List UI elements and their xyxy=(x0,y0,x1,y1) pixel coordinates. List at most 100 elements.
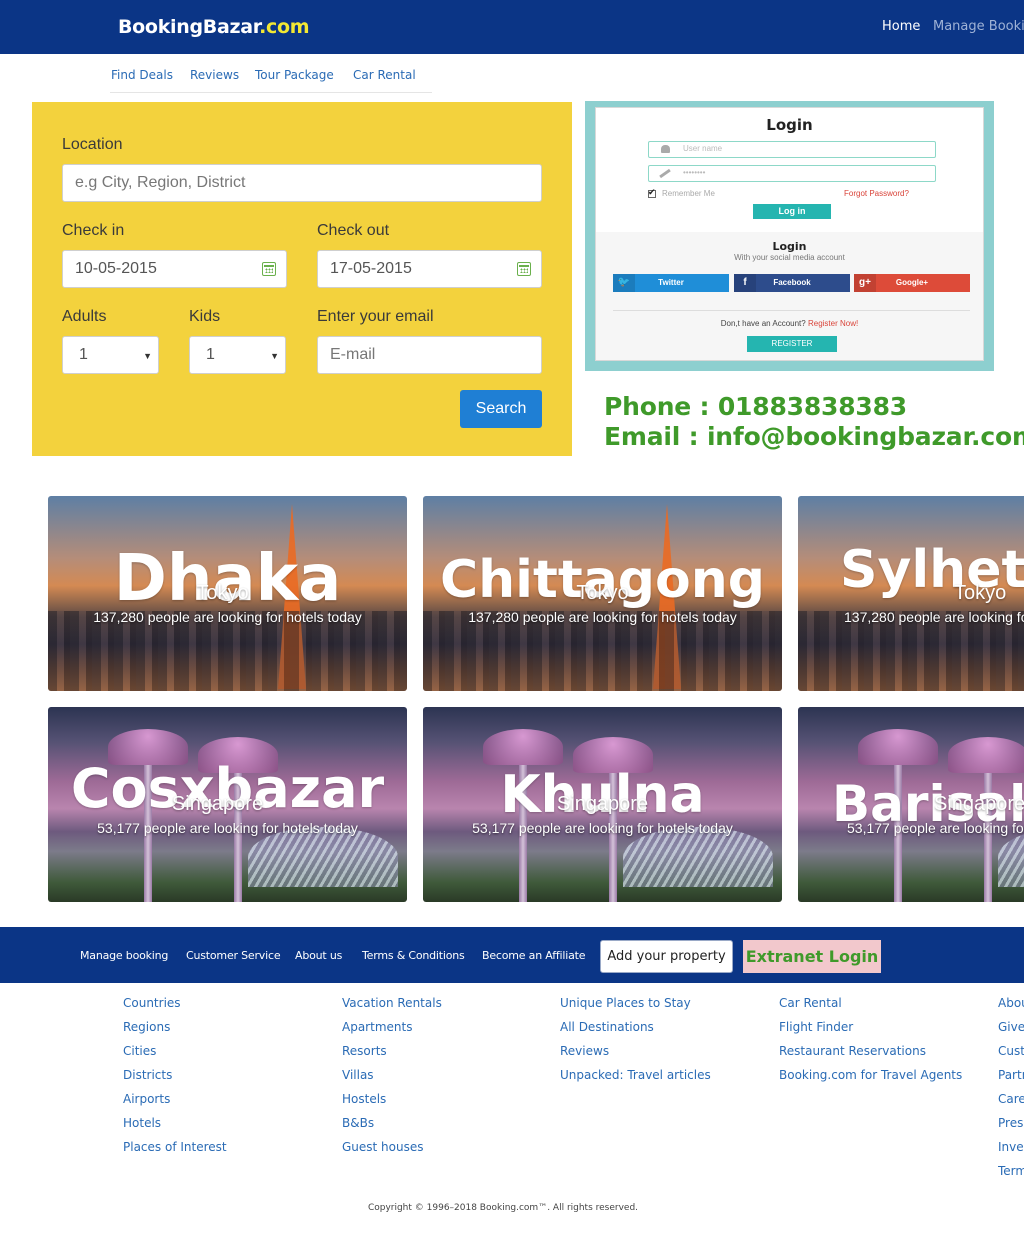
footer-link[interactable]: Careers xyxy=(998,1091,1024,1115)
remember-label: Remember Me xyxy=(662,189,715,198)
footer-link[interactable]: Restaurant Reservations xyxy=(779,1043,962,1067)
password-input[interactable]: •••••••• xyxy=(648,165,936,182)
facebook-login-button[interactable]: f Facebook xyxy=(734,274,850,292)
footer-link[interactable]: Give website feedback xyxy=(998,1019,1024,1043)
footer-link[interactable]: Apartments xyxy=(342,1019,442,1043)
footer-link[interactable]: Regions xyxy=(123,1019,227,1043)
destination-subtitle: 53,177 people are looking for hotels tod… xyxy=(472,820,733,836)
register-now-link[interactable]: Register Now! xyxy=(808,319,858,328)
footer-link[interactable]: Flight Finder xyxy=(779,1019,962,1043)
destination-city: Tokyo xyxy=(196,582,249,604)
destination-subtitle: 137,280 people are looking for hotels to… xyxy=(93,609,362,625)
user-icon xyxy=(661,145,670,153)
nav-manage-booking-link[interactable]: Manage Booking xyxy=(933,19,1024,34)
kids-select[interactable]: 1 ▼ xyxy=(189,336,286,374)
destination-card-barisal[interactable]: Barisal Singapore 53,177 people are look… xyxy=(798,707,1024,902)
footer-link[interactable]: Cities xyxy=(123,1043,227,1067)
twitter-login-button[interactable]: 🐦 Twitter xyxy=(613,274,729,292)
remember-me[interactable]: Remember Me xyxy=(648,187,715,198)
forgot-password-link[interactable]: Forgot Password? xyxy=(844,189,909,198)
destination-card-cosxbazar[interactable]: Cosxbazar Singapore 53,177 people are lo… xyxy=(48,707,407,902)
login-box: Login User name •••••••• Remember Me For… xyxy=(595,107,984,361)
footer-manage-booking-link[interactable]: Manage booking xyxy=(80,949,168,962)
footer-link[interactable]: Villas xyxy=(342,1067,442,1091)
tab-reviews[interactable]: Reviews xyxy=(190,68,239,82)
adults-select[interactable]: 1 ▼ xyxy=(62,336,159,374)
footer-terms-link[interactable]: Terms & Conditions xyxy=(362,949,465,962)
tab-tour-package[interactable]: Tour Package xyxy=(255,68,334,82)
footer-link[interactable]: Hostels xyxy=(342,1091,442,1115)
supertree-image xyxy=(948,737,1024,773)
key-icon xyxy=(659,168,671,179)
social-login-subtitle: With your social media account xyxy=(734,253,845,262)
footer-link[interactable]: Hotels xyxy=(123,1115,227,1139)
supertree-image xyxy=(858,729,938,765)
footer-link[interactable]: Car Rental xyxy=(779,995,962,1019)
checkout-label: Check out xyxy=(317,222,390,239)
search-panel: Location e.g City, Region, District Chec… xyxy=(32,102,572,456)
register-button[interactable]: REGISTER xyxy=(747,336,837,352)
destination-city: Singapore xyxy=(934,793,1024,815)
footer-link[interactable]: All Destinations xyxy=(560,1019,711,1043)
footer-link[interactable]: Partner help xyxy=(998,1067,1024,1091)
tab-car-rental[interactable]: Car Rental xyxy=(353,68,416,82)
checkout-input[interactable]: 17-05-2015 xyxy=(317,250,542,288)
footer-link[interactable]: Reviews xyxy=(560,1043,711,1067)
destination-card-chittagong[interactable]: Chittagong Tokyo 137,280 people are look… xyxy=(423,496,782,691)
twitter-icon: 🐦 xyxy=(613,274,635,292)
footer-affiliate-link[interactable]: Become an Affiliate xyxy=(482,949,586,962)
remember-checkbox[interactable] xyxy=(648,187,656,198)
footer-column-about: About Booking.com Give website feedback … xyxy=(998,995,1024,1187)
username-input[interactable]: User name xyxy=(648,141,936,158)
google-plus-login-button[interactable]: g+ Google+ xyxy=(854,274,970,292)
footer-link[interactable]: Vacation Rentals xyxy=(342,995,442,1019)
login-button[interactable]: Log in xyxy=(753,204,831,219)
destination-card-dhaka[interactable]: Dhaka Tokyo 137,280 people are looking f… xyxy=(48,496,407,691)
footer-about-us-link[interactable]: About us xyxy=(295,949,342,962)
footer-link[interactable]: Terms & Conditions xyxy=(998,1163,1024,1187)
google-plus-label: Google+ xyxy=(895,278,929,287)
contact-email: Email : info@bookingbazar.com xyxy=(604,422,1024,451)
checkin-value: 10-05-2015 xyxy=(75,260,157,277)
search-button[interactable]: Search xyxy=(460,390,542,428)
footer-link[interactable]: Countries xyxy=(123,995,227,1019)
checkin-label: Check in xyxy=(62,222,125,239)
destination-card-khulna[interactable]: Khulna Singapore 53,177 people are looki… xyxy=(423,707,782,902)
footer-column-places: Countries Regions Cities Districts Airpo… xyxy=(123,995,227,1163)
adults-label: Adults xyxy=(62,308,107,325)
footer-link[interactable]: Airports xyxy=(123,1091,227,1115)
twitter-label: Twitter xyxy=(658,278,684,287)
footer-link[interactable]: About Booking.com xyxy=(998,995,1024,1019)
contact-phone: Phone : 01883838383 xyxy=(604,392,907,421)
add-property-button[interactable]: Add your property xyxy=(600,940,733,973)
caret-down-icon: ▼ xyxy=(270,351,279,361)
footer-column-discover: Unique Places to Stay All Destinations R… xyxy=(560,995,711,1091)
brand-logo[interactable]: BookingBazar.com xyxy=(118,16,310,38)
dome-image xyxy=(998,827,1024,887)
destination-card-sylhet[interactable]: Sylhet Tokyo 137,280 people are looking … xyxy=(798,496,1024,691)
footer-link[interactable]: B&Bs xyxy=(342,1115,442,1139)
nav-home-link[interactable]: Home xyxy=(882,19,920,34)
divider xyxy=(613,310,970,311)
calendar-icon[interactable] xyxy=(517,262,531,276)
destination-city: Singapore xyxy=(556,793,649,815)
footer-link[interactable]: Booking.com for Travel Agents xyxy=(779,1067,962,1091)
footer-link[interactable]: Resorts xyxy=(342,1043,442,1067)
extranet-login-button[interactable]: Extranet Login xyxy=(743,940,881,973)
footer-customer-service-link[interactable]: Customer Service xyxy=(186,949,281,962)
facebook-label: Facebook xyxy=(773,278,811,287)
footer-link[interactable]: Districts xyxy=(123,1067,227,1091)
checkin-input[interactable]: 10-05-2015 xyxy=(62,250,287,288)
location-input[interactable]: e.g City, Region, District xyxy=(62,164,542,202)
footer-link[interactable]: Places of Interest xyxy=(123,1139,227,1163)
top-navbar: BookingBazar.com Home Manage Booking xyxy=(0,0,1024,54)
tab-find-deals[interactable]: Find Deals xyxy=(111,68,173,82)
footer-link[interactable]: Press center xyxy=(998,1115,1024,1139)
footer-link[interactable]: Investor relations xyxy=(998,1139,1024,1163)
footer-link[interactable]: Unique Places to Stay xyxy=(560,995,711,1019)
calendar-icon[interactable] xyxy=(262,262,276,276)
footer-link[interactable]: Unpacked: Travel articles xyxy=(560,1067,711,1091)
footer-link[interactable]: Customer Service help xyxy=(998,1043,1024,1067)
footer-link[interactable]: Guest houses xyxy=(342,1139,442,1163)
email-input[interactable]: E-mail xyxy=(317,336,542,374)
